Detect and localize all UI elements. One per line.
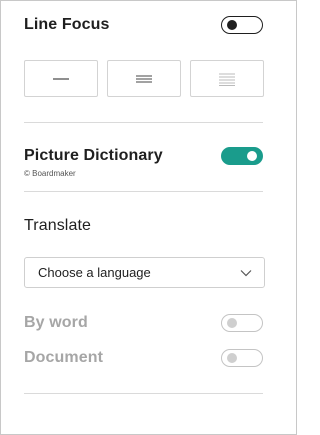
line-focus-five-lines-button[interactable] — [190, 60, 264, 97]
boardmaker-credit: © Boardmaker — [24, 169, 76, 178]
picture-dictionary-toggle[interactable] — [221, 147, 263, 165]
document-toggle[interactable] — [221, 349, 263, 367]
reading-preferences-panel: Line Focus Picture Dictionary © Boardmak… — [0, 0, 297, 435]
toggle-knob — [227, 353, 237, 363]
five-lines-icon — [219, 73, 235, 86]
toggle-knob — [227, 20, 237, 30]
three-lines-icon — [136, 75, 152, 82]
chevron-down-icon — [240, 269, 252, 276]
document-label: Document — [24, 349, 104, 366]
line-focus-three-lines-button[interactable] — [107, 60, 181, 97]
single-line-icon — [53, 77, 69, 80]
translate-heading: Translate — [24, 217, 92, 234]
line-focus-label: Line Focus — [24, 16, 110, 33]
document-row: Document — [24, 349, 263, 367]
language-select-value: Choose a language — [38, 265, 151, 280]
picture-dictionary-label: Picture Dictionary — [24, 147, 163, 164]
line-focus-options — [24, 60, 264, 97]
divider — [24, 191, 263, 192]
by-word-label: By word — [24, 314, 88, 331]
line-focus-one-line-button[interactable] — [24, 60, 98, 97]
picture-dictionary-row: Picture Dictionary — [24, 147, 263, 165]
line-focus-row: Line Focus — [24, 16, 263, 34]
by-word-row: By word — [24, 314, 263, 332]
divider — [24, 122, 263, 123]
line-focus-toggle[interactable] — [221, 16, 263, 34]
toggle-knob — [227, 318, 237, 328]
language-select[interactable]: Choose a language — [24, 257, 265, 288]
toggle-knob — [247, 151, 257, 161]
divider — [24, 393, 263, 394]
by-word-toggle[interactable] — [221, 314, 263, 332]
translate-heading-row: Translate — [24, 217, 263, 235]
